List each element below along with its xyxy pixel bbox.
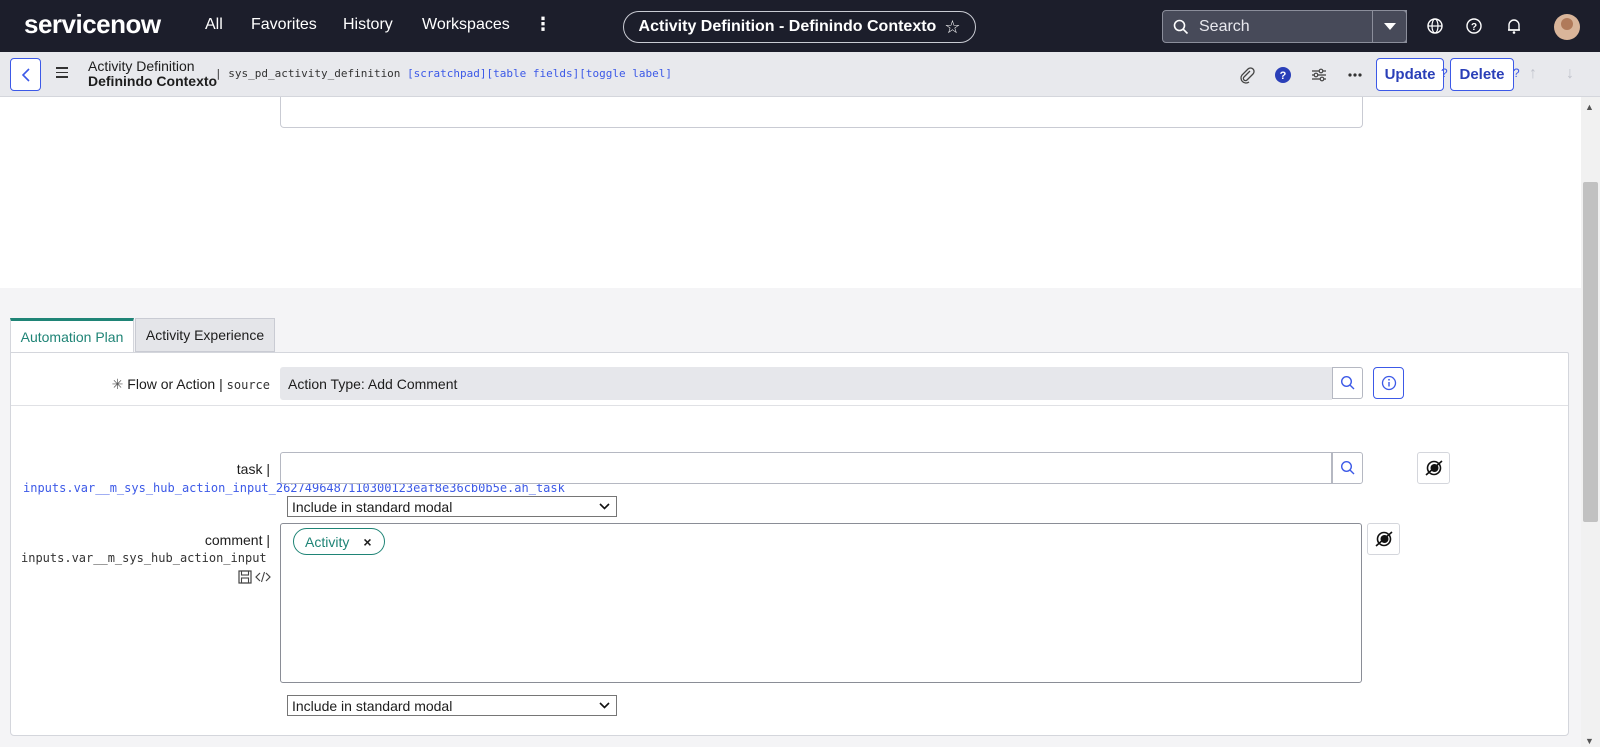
table-name: | sys_pd_activity_definition xyxy=(215,67,401,80)
star-icon[interactable]: ☆ xyxy=(944,17,960,38)
save-icon[interactable] xyxy=(238,570,252,584)
comment-modal-select[interactable]: Include in standard modal xyxy=(287,695,617,716)
required-icon: ✳ xyxy=(111,376,124,392)
record-heading-table: Activity Definition xyxy=(88,58,195,74)
source-label-text: Flow or Action xyxy=(127,376,216,392)
nav-all[interactable]: All xyxy=(205,16,223,34)
record-title: Activity Definition - Definindo Contexto xyxy=(638,18,937,35)
source-reference-field[interactable]: Action Type: Add Comment xyxy=(280,367,1332,400)
comment-modal-option: Include in standard modal xyxy=(292,697,453,714)
table-name-info: | sys_pd_activity_definition [scratchpad… xyxy=(215,67,672,80)
source-field-name: source xyxy=(226,378,270,392)
update-help-icon[interactable]: ? xyxy=(1441,66,1448,80)
global-search-input[interactable]: Search xyxy=(1162,10,1407,43)
task-modal-select[interactable]: Include in standard modal xyxy=(287,496,617,517)
notifications-bell-icon[interactable] xyxy=(1505,17,1523,35)
more-options-icon[interactable] xyxy=(1346,66,1364,84)
svg-text:?: ? xyxy=(1471,22,1477,33)
record-heading-name: Definindo Contexto xyxy=(88,73,218,89)
svg-text:?: ? xyxy=(1280,70,1287,82)
nav-favorites[interactable]: Favorites xyxy=(251,16,317,34)
remove-pill-icon[interactable]: × xyxy=(363,534,371,550)
form-header: Activity Definition Definindo Contexto |… xyxy=(0,52,1600,97)
source-preview-button[interactable] xyxy=(1373,367,1404,399)
comment-field-name: inputs.var__m_sys_hub_action_input xyxy=(21,551,267,565)
info-icon xyxy=(1381,375,1396,391)
settings-sliders-icon[interactable] xyxy=(1310,66,1328,84)
help-icon[interactable]: ? xyxy=(1465,17,1483,35)
update-button[interactable]: Update xyxy=(1376,58,1444,91)
scroll-down-icon[interactable]: ▼ xyxy=(1585,736,1594,746)
activity-data-pill[interactable]: Activity × xyxy=(293,528,385,555)
previous-record-icon[interactable]: ↑ xyxy=(1529,65,1537,83)
delete-help-icon[interactable]: ? xyxy=(1513,66,1520,80)
search-icon xyxy=(1340,460,1354,475)
task-field-label: task | xyxy=(236,461,270,477)
source-field-label: ✳ Flow or Action | source xyxy=(100,376,270,393)
comment-data-pill-button[interactable] xyxy=(1367,523,1400,555)
next-record-icon[interactable]: ↓ xyxy=(1566,65,1574,83)
source-lookup-button[interactable] xyxy=(1332,367,1363,399)
tab-automation-plan[interactable]: Automation Plan xyxy=(10,318,134,352)
globe-icon[interactable] xyxy=(1426,17,1444,35)
task-lookup-button[interactable] xyxy=(1332,452,1363,484)
section-divider xyxy=(11,405,1568,406)
data-pill-picker-icon xyxy=(1424,460,1443,476)
code-icon[interactable] xyxy=(255,571,271,583)
scrollbar-thumb[interactable] xyxy=(1583,182,1598,522)
search-placeholder: Search xyxy=(1199,17,1250,35)
search-icon xyxy=(1173,19,1189,34)
data-pill-picker-icon xyxy=(1374,531,1393,547)
tab-activity-experience[interactable]: Activity Experience xyxy=(135,318,275,352)
record-heading: Activity Definition Definindo Contexto xyxy=(88,59,217,89)
chevron-left-icon xyxy=(21,67,30,82)
form-context-menu-icon[interactable] xyxy=(56,67,68,81)
upper-text-field[interactable] xyxy=(280,97,1363,128)
help-filled-icon[interactable]: ? xyxy=(1274,66,1292,84)
task-data-pill-button[interactable] xyxy=(1417,452,1450,484)
record-title-pill[interactable]: Activity Definition - Definindo Contexto… xyxy=(623,11,976,43)
nav-workspaces[interactable]: Workspaces xyxy=(422,16,510,34)
source-label-separator: | xyxy=(215,376,227,392)
debug-links[interactable]: [scratchpad][table fields][toggle label] xyxy=(407,67,672,80)
nav-history[interactable]: History xyxy=(343,16,393,34)
comment-textarea[interactable]: Activity × xyxy=(280,523,1362,683)
search-icon xyxy=(1340,375,1354,390)
user-avatar[interactable] xyxy=(1554,14,1580,40)
paperclip-icon[interactable] xyxy=(1238,66,1256,84)
delete-button[interactable]: Delete xyxy=(1450,58,1514,91)
top-navigation-bar: servicenow All Favorites History Workspa… xyxy=(0,0,1600,52)
chevron-down-icon xyxy=(599,702,610,709)
more-menu-icon[interactable]: ⋮ xyxy=(534,14,552,35)
comment-field-label: comment | xyxy=(204,532,270,548)
caret-down-icon xyxy=(1383,23,1396,30)
task-modal-option: Include in standard modal xyxy=(292,498,453,515)
search-scope-dropdown[interactable] xyxy=(1372,10,1407,43)
back-button[interactable] xyxy=(10,58,41,91)
scroll-up-icon[interactable]: ▲ xyxy=(1585,102,1594,112)
servicenow-logo[interactable]: servicenow xyxy=(24,9,161,40)
task-input[interactable] xyxy=(280,452,1332,484)
chevron-down-icon xyxy=(599,503,610,510)
data-pill-label: Activity xyxy=(305,533,350,550)
